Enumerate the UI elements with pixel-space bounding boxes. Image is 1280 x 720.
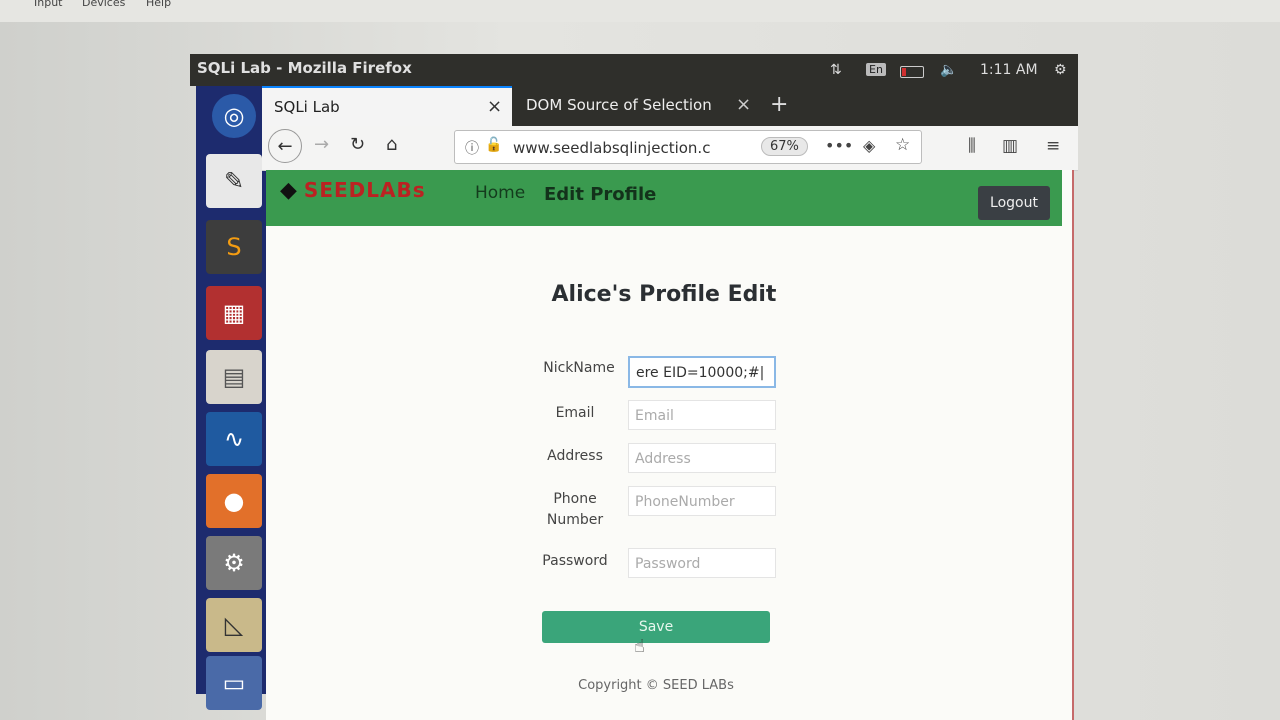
home-icon[interactable]: ⌂ bbox=[386, 134, 397, 155]
file-manager-icon[interactable]: ▤ bbox=[206, 350, 262, 404]
url-text[interactable]: www.seedlabsqlinjection.c bbox=[513, 139, 723, 157]
settings-gear-icon[interactable]: ⚙ bbox=[1054, 62, 1067, 78]
logout-button[interactable]: Logout bbox=[978, 186, 1050, 220]
close-tab-icon[interactable]: × bbox=[487, 96, 502, 117]
clock[interactable]: 1:11 AM bbox=[980, 62, 1038, 78]
host-menu-bar: Input Devices Help bbox=[0, 0, 1280, 22]
url-bar[interactable]: ⓘ 🔓 www.seedlabsqlinjection.c 67% ••• ◈ … bbox=[454, 130, 922, 164]
library-icon[interactable]: ⫼ bbox=[968, 136, 976, 156]
text-editor-icon[interactable]: ✎ bbox=[206, 154, 262, 208]
password-input[interactable]: Password bbox=[628, 548, 776, 578]
keyboard-language-indicator[interactable]: En bbox=[866, 63, 886, 76]
phone-label-line1: Phone bbox=[553, 491, 597, 507]
nav-link-edit-profile[interactable]: Edit Profile bbox=[544, 184, 656, 205]
reload-icon[interactable]: ↻ bbox=[350, 134, 365, 155]
web-page: ◆ SEEDLABs Home Edit Profile Logout Alice… bbox=[266, 170, 1074, 720]
wireshark-icon[interactable]: ∿ bbox=[206, 412, 262, 466]
nav-link-home[interactable]: Home bbox=[475, 183, 525, 203]
seed-labs-logo[interactable]: ◆ SEEDLABs bbox=[280, 178, 426, 203]
host-menu-input[interactable]: Input bbox=[34, 0, 62, 9]
browser-toolbar: ← → ↻ ⌂ ⓘ 🔓 www.seedlabsqlinjection.c 67… bbox=[262, 126, 1078, 171]
host-menu-help[interactable]: Help bbox=[146, 0, 171, 9]
logo-mark-icon: ◆ bbox=[280, 178, 298, 203]
address-input[interactable]: Address bbox=[628, 443, 776, 473]
host-menu-devices[interactable]: Devices bbox=[82, 0, 125, 9]
battery-icon[interactable] bbox=[900, 66, 924, 78]
browser-tab-strip: SQLi Lab × DOM Source of Selection × + bbox=[262, 86, 1078, 130]
back-arrow-icon[interactable]: ← bbox=[268, 129, 302, 163]
tab-label: SQLi Lab bbox=[274, 98, 340, 116]
page-title: Alice's Profile Edit bbox=[551, 282, 777, 307]
tab-label: DOM Source of Selection bbox=[526, 96, 712, 114]
close-tab-icon[interactable]: × bbox=[736, 94, 751, 115]
site-info-icon[interactable]: ⓘ bbox=[465, 138, 479, 158]
zoom-level-badge[interactable]: 67% bbox=[761, 137, 808, 156]
nickname-input[interactable]: ere EID=10000;#| bbox=[628, 356, 776, 388]
nickname-label: NickName bbox=[543, 360, 615, 376]
insecure-lock-icon[interactable]: 🔓 bbox=[485, 137, 502, 153]
hand-cursor-icon: ☝ bbox=[634, 636, 645, 657]
bookmark-star-icon[interactable]: ☆ bbox=[895, 135, 910, 155]
copyright-footer: Copyright © SEED LABs bbox=[578, 678, 734, 693]
tab-sqli-lab[interactable]: SQLi Lab × bbox=[262, 86, 512, 128]
forward-arrow-icon[interactable]: → bbox=[314, 134, 329, 155]
pocket-icon[interactable]: ◈ bbox=[863, 136, 875, 155]
ubuntu-dash-icon[interactable]: ◎ bbox=[212, 94, 256, 138]
password-label: Password bbox=[542, 553, 608, 569]
page-actions-menu-icon[interactable]: ••• bbox=[825, 136, 853, 155]
email-label: Email bbox=[555, 405, 595, 421]
system-settings-icon[interactable]: ⚙ bbox=[206, 536, 262, 590]
save-button[interactable]: Save bbox=[542, 611, 770, 643]
workspace-icon[interactable]: ▭ bbox=[206, 656, 262, 710]
email-input[interactable]: Email bbox=[628, 400, 776, 430]
terminal-icon[interactable]: ▦ bbox=[206, 286, 262, 340]
ubuntu-top-panel: SQLi Lab - Mozilla Firefox ⇅ En 🔈 1:11 A… bbox=[190, 54, 1078, 86]
logo-text: SEEDLABs bbox=[303, 178, 426, 202]
volume-icon[interactable]: 🔈 bbox=[940, 62, 957, 78]
phone-label-line2: Number bbox=[546, 512, 604, 528]
new-tab-button[interactable]: + bbox=[770, 92, 788, 117]
sidebar-icon[interactable]: ▥ bbox=[1002, 136, 1018, 156]
screenshot-tool-icon[interactable]: ◺ bbox=[206, 598, 262, 652]
address-label: Address bbox=[547, 448, 603, 464]
sublime-text-icon[interactable]: S bbox=[206, 220, 262, 274]
site-navbar: ◆ SEEDLABs Home Edit Profile Logout bbox=[266, 170, 1062, 226]
window-title: SQLi Lab - Mozilla Firefox bbox=[197, 59, 412, 77]
tab-dom-source[interactable]: DOM Source of Selection × bbox=[514, 86, 759, 126]
network-icon[interactable]: ⇅ bbox=[830, 62, 842, 78]
phone-number-input[interactable]: PhoneNumber bbox=[628, 486, 776, 516]
hamburger-menu-icon[interactable]: ≡ bbox=[1046, 136, 1060, 156]
firefox-icon[interactable]: ● bbox=[206, 474, 262, 528]
